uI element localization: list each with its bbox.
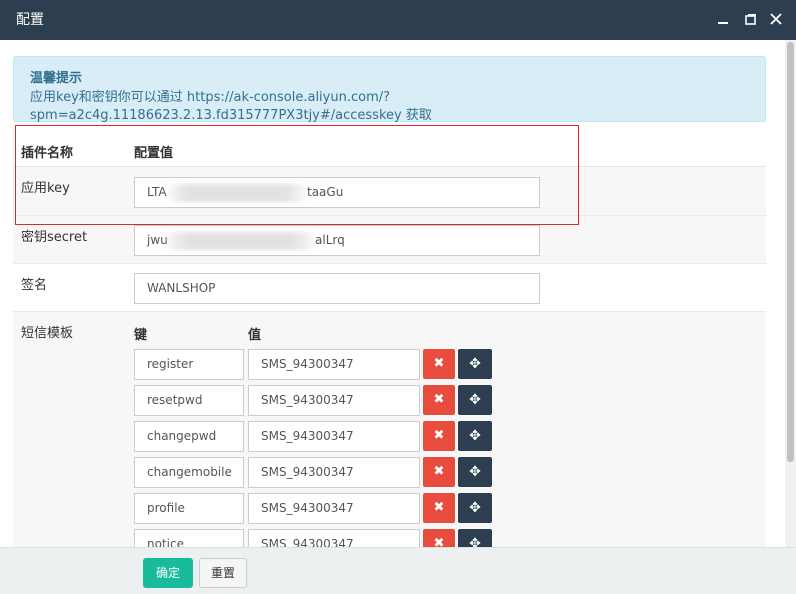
window-title: 配置 [16,12,44,28]
secret-label: 密钥secret [21,230,88,245]
sign-label: 签名 [21,278,48,293]
scrollbar-thumb[interactable] [787,42,794,462]
template-value-input[interactable]: SMS_94300347 [248,349,420,380]
delete-icon[interactable]: ✖ [423,529,455,547]
close-icon[interactable] [765,8,787,30]
template-key-input[interactable]: resetpwd [134,385,244,416]
sms-templates-label: 短信模板 [21,326,74,341]
confirm-button[interactable]: 确定 [143,558,193,588]
template-key-input[interactable]: profile [134,493,244,524]
window-titlebar: 配置 [0,0,796,40]
template-key-input[interactable]: register [134,349,244,380]
row-sms-templates: 短信模板 键 值 register SMS_94300347 ✖ ✥ resetpwd S… [13,312,766,547]
delete-icon[interactable]: ✖ [423,421,455,451]
reset-button[interactable]: 重置 [199,558,247,588]
move-icon[interactable]: ✥ [458,529,492,547]
template-value-input[interactable]: SMS_94300347 [248,421,420,452]
template-value-input[interactable]: SMS_94300347 [248,385,420,416]
template-value-input[interactable]: SMS_94300347 [248,529,420,547]
value-header: 值 [248,328,262,343]
notice-title: 温馨提示 [30,71,83,86]
highlight-box [15,125,579,225]
notice-alert: 温馨提示 应用key和密钥你可以通过 https://ak-console.al… [13,56,766,123]
secret-suffix: alLrq [315,233,345,247]
template-value-input[interactable]: SMS_94300347 [248,457,420,488]
dialog-footer: 确定 重置 [0,547,796,594]
delete-icon[interactable]: ✖ [423,457,455,487]
template-key-input[interactable]: changepwd [134,421,244,452]
key-header: 键 [134,328,148,343]
template-key-input[interactable]: notice [134,529,244,547]
move-icon[interactable]: ✥ [458,457,492,487]
secret-input[interactable]: jwu alLrq [134,225,540,256]
notice-body: 应用key和密钥你可以通过 https://ak-console.aliyun.… [30,90,432,123]
move-icon[interactable]: ✥ [458,385,492,415]
row-sign: 签名 WANLSHOP [13,264,766,312]
scrollbar[interactable] [785,40,796,547]
template-key-input[interactable]: changemobile [134,457,244,488]
dialog-body: 温馨提示 应用key和密钥你可以通过 https://ak-console.al… [0,40,785,547]
sign-input[interactable]: WANLSHOP [134,273,540,304]
move-icon[interactable]: ✥ [458,349,492,379]
maximize-icon[interactable] [739,8,761,30]
delete-icon[interactable]: ✖ [423,349,455,379]
move-icon[interactable]: ✥ [458,421,492,451]
minimize-icon[interactable] [712,8,734,30]
redaction-blur [165,232,315,250]
move-icon[interactable]: ✥ [458,493,492,523]
template-value-input[interactable]: SMS_94300347 [248,493,420,524]
delete-icon[interactable]: ✖ [423,385,455,415]
delete-icon[interactable]: ✖ [423,493,455,523]
